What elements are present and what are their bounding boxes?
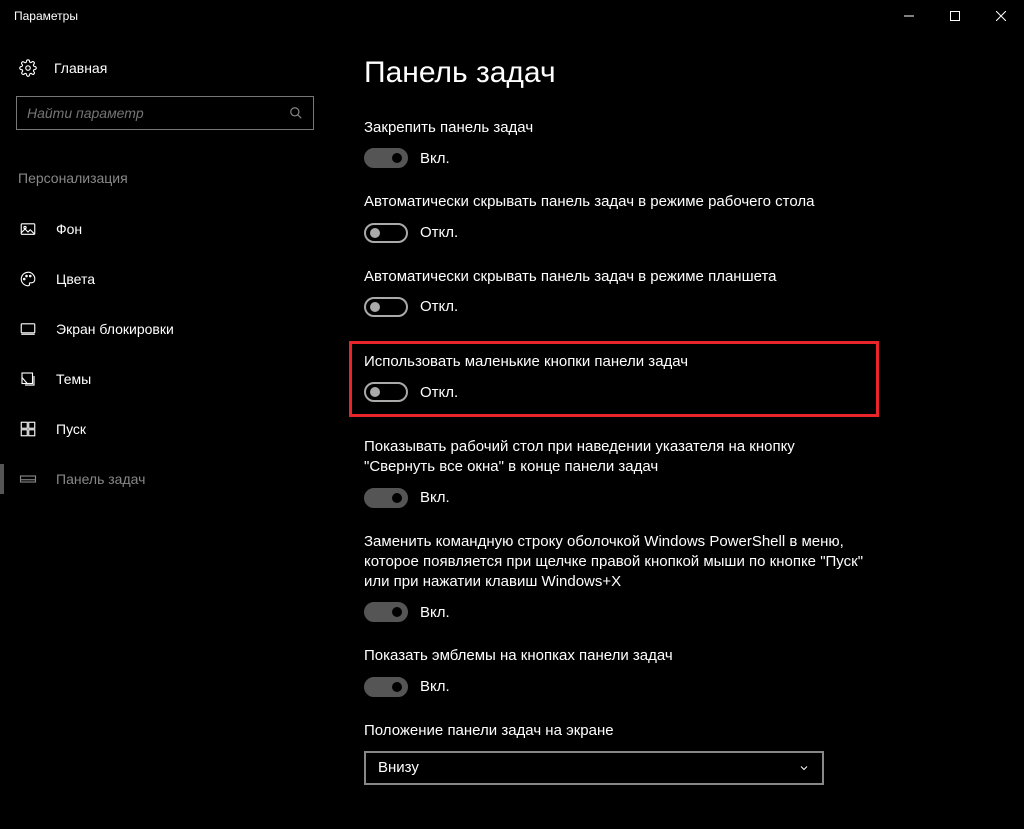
maximize-button[interactable] <box>932 0 978 32</box>
dropdown-value: Внизу <box>378 759 419 776</box>
page-title: Панель задач <box>364 56 884 90</box>
sidebar-item-label: Фон <box>56 221 82 237</box>
toggle-state-label: Вкл. <box>420 489 450 506</box>
main-content: Панель задач Закрепить панель задач Вкл. А… <box>330 32 1024 829</box>
highlighted-setting: Использовать маленькие кнопки панели зад… <box>349 341 879 417</box>
sidebar-item-themes[interactable]: Темы <box>16 354 314 404</box>
caption-buttons <box>886 0 1024 32</box>
setting-item: Показать эмблемы на кнопках панели задач… <box>364 646 864 696</box>
position-dropdown[interactable]: Внизу <box>364 751 824 785</box>
setting-label: Показать эмблемы на кнопках панели задач <box>364 646 864 666</box>
setting-label: Показывать рабочий стол при наведении ук… <box>364 437 864 478</box>
toggle-row: Вкл. <box>364 677 864 697</box>
sidebar-item-background[interactable]: Фон <box>16 204 314 254</box>
toggle-switch[interactable] <box>364 223 408 243</box>
window-title: Параметры <box>14 9 78 23</box>
setting-item: Закрепить панель задач Вкл. <box>364 118 864 168</box>
toggle-state-label: Откл. <box>420 298 458 315</box>
setting-item: Показывать рабочий стол при наведении ук… <box>364 437 864 508</box>
minimize-icon <box>904 11 914 21</box>
toggle-switch[interactable] <box>364 148 408 168</box>
setting-taskbar-position: Положение панели задач на экране Внизу <box>364 721 864 785</box>
toggle-switch[interactable] <box>364 488 408 508</box>
sidebar-item-label: Темы <box>56 371 91 387</box>
toggle-state-label: Откл. <box>420 224 458 241</box>
sidebar-item-label: Экран блокировки <box>56 321 174 337</box>
sidebar-item-taskbar[interactable]: Панель задач <box>16 454 314 504</box>
gear-icon <box>18 58 38 78</box>
sidebar-item-label: Цвета <box>56 271 95 287</box>
toggle-state-label: Откл. <box>420 384 458 401</box>
toggle-state-label: Вкл. <box>420 678 450 695</box>
setting-label: Автоматически скрывать панель задач в ре… <box>364 192 864 212</box>
sidebar-item-colors[interactable]: Цвета <box>16 254 314 304</box>
toggle-row: Вкл. <box>364 602 864 622</box>
sidebar-item-label: Панель задач <box>56 471 145 487</box>
search-icon <box>289 106 303 120</box>
sidebar-item-label: Пуск <box>56 421 86 437</box>
toggle-switch[interactable] <box>364 677 408 697</box>
setting-label: Положение панели задач на экране <box>364 721 864 741</box>
sidebar: Главная Персонализация Фон Цвета Экр <box>0 32 330 829</box>
taskbar-icon <box>18 469 38 489</box>
setting-label: Закрепить панель задач <box>364 118 864 138</box>
start-icon <box>18 419 38 439</box>
toggle-row: Вкл. <box>364 488 864 508</box>
close-button[interactable] <box>978 0 1024 32</box>
themes-icon <box>18 369 38 389</box>
toggle-row: Откл. <box>364 297 864 317</box>
chevron-down-icon <box>798 762 810 774</box>
home-nav[interactable]: Главная <box>16 50 314 96</box>
setting-label: Заменить командную строку оболочкой Wind… <box>364 532 864 593</box>
setting-item: Заменить командную строку оболочкой Wind… <box>364 532 864 623</box>
toggle-switch[interactable] <box>364 382 408 402</box>
setting-label: Использовать маленькие кнопки панели зад… <box>364 352 864 372</box>
setting-item: Автоматически скрывать панель задач в ре… <box>364 267 864 317</box>
toggle-switch[interactable] <box>364 297 408 317</box>
category-label: Персонализация <box>16 170 314 186</box>
search-box[interactable] <box>16 96 314 130</box>
setting-item: Использовать маленькие кнопки панели зад… <box>364 352 864 402</box>
picture-icon <box>18 219 38 239</box>
palette-icon <box>18 269 38 289</box>
toggle-row: Откл. <box>364 223 864 243</box>
setting-item: Автоматически скрывать панель задач в ре… <box>364 192 864 242</box>
sidebar-item-lockscreen[interactable]: Экран блокировки <box>16 304 314 354</box>
titlebar: Параметры <box>0 0 1024 32</box>
toggle-row: Вкл. <box>364 148 864 168</box>
home-label: Главная <box>54 60 107 76</box>
close-icon <box>996 11 1006 21</box>
maximize-icon <box>950 11 960 21</box>
minimize-button[interactable] <box>886 0 932 32</box>
setting-label: Автоматически скрывать панель задач в ре… <box>364 267 864 287</box>
toggle-state-label: Вкл. <box>420 604 450 621</box>
search-input[interactable] <box>27 105 289 121</box>
toggle-state-label: Вкл. <box>420 150 450 167</box>
sidebar-item-start[interactable]: Пуск <box>16 404 314 454</box>
lockscreen-icon <box>18 319 38 339</box>
toggle-switch[interactable] <box>364 602 408 622</box>
toggle-row: Откл. <box>364 382 864 402</box>
